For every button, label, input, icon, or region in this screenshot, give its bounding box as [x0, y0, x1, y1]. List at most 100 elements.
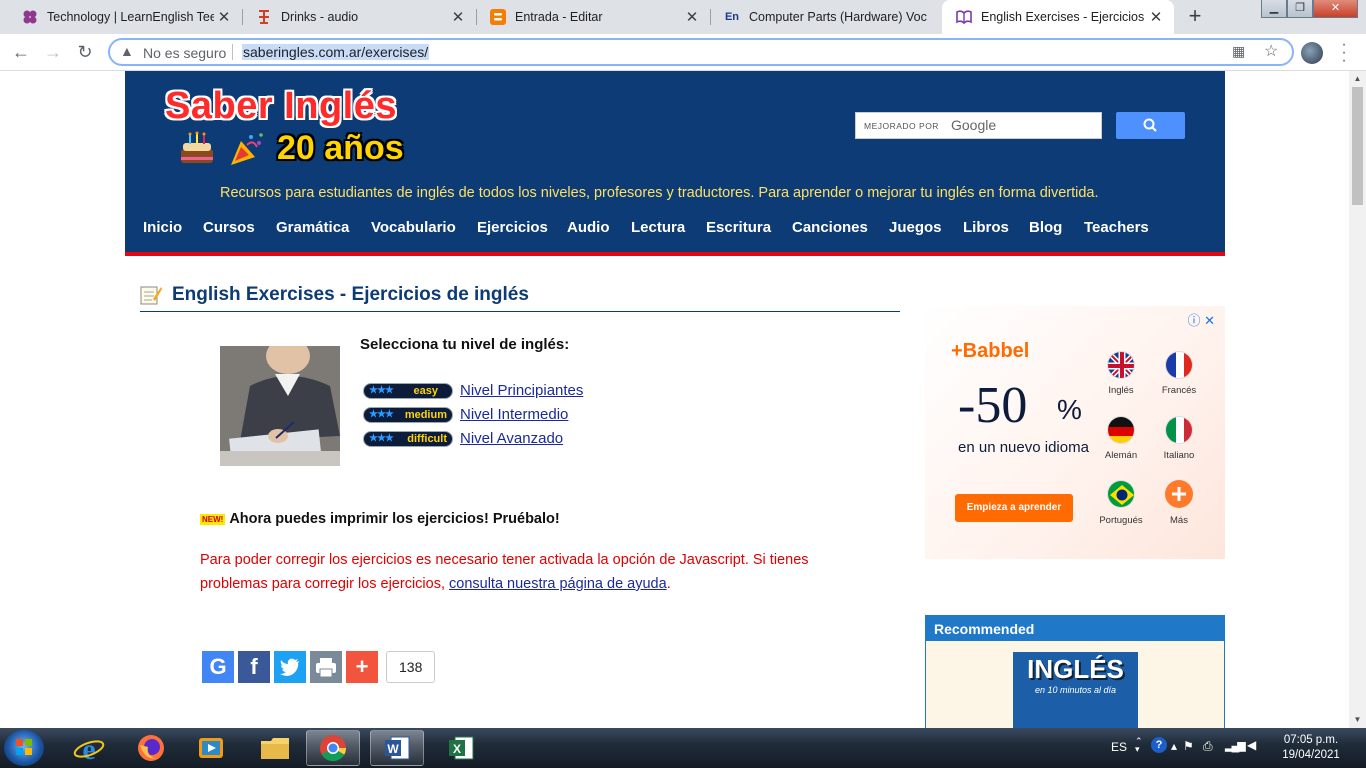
- javascript-notice: Para poder corregir los ejercicios es ne…: [200, 548, 840, 596]
- facebook-share-icon[interactable]: f: [238, 651, 270, 683]
- action-center-flag-icon[interactable]: ⚑: [1183, 739, 1194, 753]
- excel-icon[interactable]: X: [434, 730, 488, 766]
- reload-icon[interactable]: ↻: [73, 40, 97, 64]
- tab-drinks-audio[interactable]: Drinks - audio ✕: [242, 0, 476, 34]
- search-button[interactable]: [1116, 112, 1185, 139]
- tab-close-icon[interactable]: ✕: [682, 8, 702, 26]
- tab-title: English Exercises - Ejercicios de: [981, 10, 1146, 24]
- anniversary-banner: 20 años: [177, 129, 404, 168]
- babbel-ad[interactable]: ⓘ ✕ +Babbel -50 % en un nuevo idioma Emp…: [925, 306, 1225, 559]
- nav-libros[interactable]: Libros: [963, 219, 1009, 236]
- site-header: Saber Inglés 20 años MEJORADO POR Google…: [125, 71, 1225, 256]
- en-badge-icon: En: [724, 11, 740, 23]
- student-writing-photo: [220, 346, 340, 466]
- nav-cursos[interactable]: Cursos: [203, 219, 255, 236]
- tab-title: Technology | LearnEnglish Teens: [47, 10, 214, 24]
- share-count: 138: [386, 651, 436, 683]
- qr-code-icon[interactable]: ▦: [1232, 43, 1245, 60]
- nav-blog[interactable]: Blog: [1029, 219, 1062, 236]
- italy-flag-icon: [1165, 416, 1193, 444]
- site-tagline: Recursos para estudiantes de inglés de t…: [220, 185, 1099, 201]
- brazil-flag-icon: [1107, 480, 1135, 508]
- forward-arrow-icon[interactable]: →: [41, 40, 65, 64]
- system-clock[interactable]: 07:05 p.m. 19/04/2021: [1276, 733, 1346, 763]
- print-icon[interactable]: [310, 651, 342, 683]
- word-icon[interactable]: W: [370, 730, 424, 766]
- printer-tray-icon[interactable]: ⎙: [1203, 739, 1213, 754]
- level-row-beginner: ★★★ easy Nivel Principiantes: [363, 382, 583, 399]
- help-page-link[interactable]: consulta nuestra página de ayuda: [449, 576, 667, 592]
- link-nivel-principiantes[interactable]: Nivel Principiantes: [460, 382, 583, 399]
- page-scrollbar[interactable]: ▲ ▼: [1349, 71, 1366, 728]
- nav-vocabulario[interactable]: Vocabulario: [371, 219, 456, 236]
- minimize-button[interactable]: ▁: [1261, 0, 1287, 18]
- omnibox-divider: [232, 44, 233, 60]
- main-nav: Inicio Cursos Gramática Vocabulario Ejer…: [125, 219, 1225, 239]
- show-hidden-icons-icon[interactable]: ▴: [1171, 739, 1177, 753]
- chrome-icon[interactable]: [306, 730, 360, 766]
- link-nivel-avanzado[interactable]: Nivel Avanzado: [460, 430, 563, 447]
- level-row-advanced: ★★★ difficult Nivel Avanzado: [363, 430, 563, 447]
- twitter-share-icon[interactable]: [274, 651, 306, 683]
- nav-escritura[interactable]: Escritura: [706, 219, 771, 236]
- new-badge: NEW!: [200, 513, 226, 525]
- recommended-title: Recommended: [926, 616, 1224, 641]
- volume-icon[interactable]: ◀: [1247, 738, 1256, 752]
- ad-choices-icon[interactable]: ⓘ ✕: [1187, 310, 1215, 329]
- google-share-icon[interactable]: G: [202, 651, 234, 683]
- tab-learnenglish[interactable]: Technology | LearnEnglish Teens ✕: [8, 0, 242, 34]
- url-text[interactable]: saberingles.com.ar/exercises/: [242, 44, 430, 60]
- book-cover[interactable]: INGLÉS en 10 minutos al día: [1013, 652, 1138, 728]
- medium-badge: ★★★ medium: [363, 406, 453, 423]
- network-signal-icon[interactable]: ▂▄▆: [1225, 739, 1246, 752]
- badge-label: easy: [413, 384, 438, 397]
- link-nivel-intermedio[interactable]: Nivel Intermedio: [460, 406, 568, 423]
- maximize-button[interactable]: ❐: [1287, 0, 1313, 18]
- start-button[interactable]: [4, 730, 44, 766]
- nav-inicio[interactable]: Inicio: [143, 219, 182, 236]
- lang-label: Francés: [1161, 385, 1197, 396]
- nav-gramatica[interactable]: Gramática: [276, 219, 349, 236]
- site-logo[interactable]: Saber Inglés: [165, 85, 397, 128]
- svg-text:X: X: [453, 742, 461, 756]
- ad-cta-button[interactable]: Empieza a aprender: [955, 494, 1073, 522]
- profile-avatar[interactable]: [1301, 42, 1323, 64]
- nav-juegos[interactable]: Juegos: [889, 219, 942, 236]
- address-bar[interactable]: ▲ No es seguro saberingles.com.ar/exerci…: [108, 38, 1294, 66]
- print-announcement-text: Ahora puedes imprimir los ejercicios! Pr…: [229, 511, 560, 527]
- nav-ejercicios[interactable]: Ejercicios: [477, 219, 548, 236]
- tab-entrada-editar[interactable]: Entrada - Editar ✕: [476, 0, 710, 34]
- language-indicator[interactable]: ES: [1111, 740, 1127, 754]
- page-viewport: Saber Inglés 20 años MEJORADO POR Google…: [0, 71, 1349, 728]
- svg-text:W: W: [387, 742, 399, 756]
- media-player-icon[interactable]: [184, 730, 238, 766]
- nav-audio[interactable]: Audio: [567, 219, 610, 236]
- scrollbar-thumb[interactable]: [1352, 87, 1363, 205]
- input-method-icon[interactable]: ⌃ ▾: [1135, 737, 1143, 754]
- nav-teachers[interactable]: Teachers: [1084, 219, 1149, 236]
- tab-close-icon[interactable]: ✕: [1146, 8, 1166, 26]
- help-icon[interactable]: ?: [1151, 737, 1167, 753]
- more-share-icon[interactable]: +: [346, 651, 378, 683]
- security-label[interactable]: No es seguro: [143, 45, 226, 61]
- nav-lectura[interactable]: Lectura: [631, 219, 685, 236]
- new-tab-button[interactable]: +: [1181, 4, 1209, 30]
- bookmark-star-icon[interactable]: ☆: [1264, 41, 1278, 61]
- memo-icon: [140, 285, 162, 305]
- tab-english-exercises[interactable]: English Exercises - Ejercicios de ✕: [942, 0, 1174, 34]
- firefox-icon[interactable]: [124, 730, 178, 766]
- scroll-up-arrow-icon[interactable]: ▲: [1349, 71, 1366, 87]
- window-close-button[interactable]: ✕: [1313, 0, 1358, 18]
- internet-explorer-icon[interactable]: e: [62, 730, 116, 766]
- site-search-input[interactable]: MEJORADO POR Google: [855, 112, 1102, 139]
- tab-computer-parts[interactable]: En Computer Parts (Hardware) Voc: [710, 0, 942, 34]
- nav-canciones[interactable]: Canciones: [792, 219, 868, 236]
- book-icon: [956, 9, 972, 25]
- tab-close-icon[interactable]: ✕: [448, 8, 468, 26]
- back-arrow-icon[interactable]: ←: [9, 40, 33, 64]
- kebab-menu-icon[interactable]: · · ·: [1336, 37, 1352, 69]
- file-explorer-icon[interactable]: [248, 730, 302, 766]
- warning-triangle-icon[interactable]: ▲: [120, 43, 134, 59]
- scroll-down-arrow-icon[interactable]: ▼: [1349, 712, 1366, 728]
- tab-close-icon[interactable]: ✕: [214, 8, 234, 26]
